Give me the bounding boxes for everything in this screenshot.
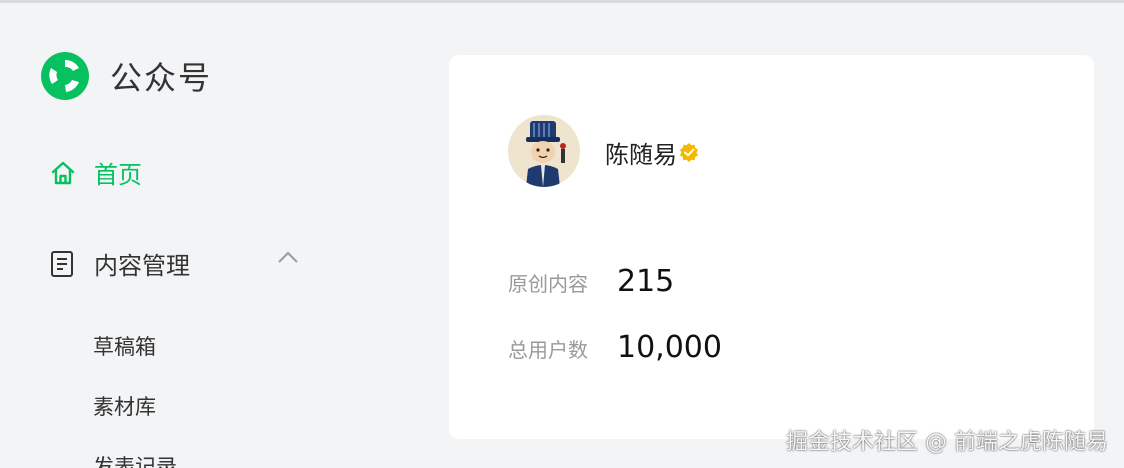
- sidebar-item-home[interactable]: 首页: [50, 155, 142, 190]
- stat-label-original-content: 原创内容: [508, 272, 588, 296]
- stat-value-original-content: 215: [617, 264, 675, 299]
- avatar[interactable]: [508, 115, 580, 187]
- sidebar: 公众号 首页 内容管理 草稿箱 素材库 发表记录: [0, 3, 420, 468]
- profile-name: 陈随易: [605, 141, 677, 169]
- document-icon: [51, 250, 73, 277]
- sidebar-subitem-publish-records[interactable]: 发表记录: [93, 451, 177, 468]
- sidebar-item-content-management-label: 内容管理: [94, 252, 190, 280]
- watermark: 掘金技术社区 @ 前端之虎陈随易: [786, 430, 1108, 455]
- avatar-cartoon-icon: [508, 115, 580, 187]
- home-icon: [51, 161, 75, 184]
- brand[interactable]: 公众号: [40, 51, 212, 101]
- verified-badge-icon: [680, 143, 698, 162]
- sidebar-item-content-management[interactable]: 内容管理: [50, 246, 300, 281]
- sidebar-item-home-label: 首页: [94, 161, 142, 189]
- stat-label-total-users: 总用户数: [508, 338, 588, 362]
- sidebar-subitem-materials[interactable]: 素材库: [93, 391, 156, 421]
- chevron-up-icon[interactable]: [277, 250, 299, 264]
- sidebar-subitem-drafts[interactable]: 草稿箱: [93, 331, 156, 361]
- brand-name: 公众号: [110, 59, 213, 97]
- wechat-mp-logo-icon: [41, 52, 89, 100]
- account-overview-card: 陈随易 原创内容 215 总用户数 10,000: [449, 55, 1094, 439]
- stat-value-total-users: 10,000: [617, 330, 722, 365]
